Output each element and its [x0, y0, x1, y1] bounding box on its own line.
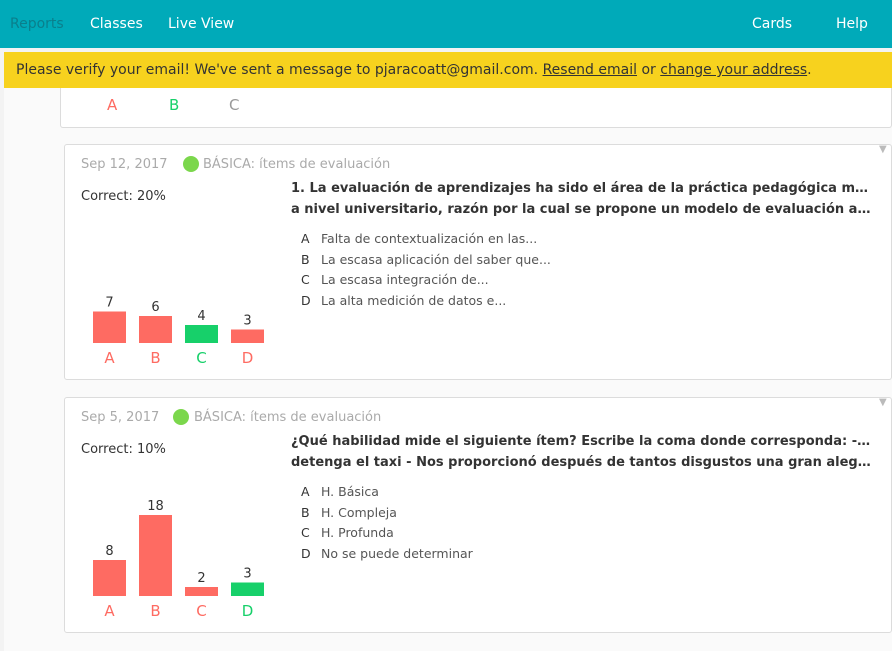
bar-category-label: D [242, 349, 254, 367]
nav-help[interactable]: Help [836, 0, 868, 48]
bar-d [231, 329, 264, 343]
banner-or-text: or [641, 62, 656, 78]
answer-option: C H. Profunda [301, 523, 473, 544]
option-key: A [301, 484, 310, 499]
answer-options: A H. Básica B H. Compleja C H. Profunda D No… [301, 482, 473, 564]
question-text: ¿Qué habilidad mide el siguiente ítem? E… [291, 431, 871, 473]
bar-c [185, 587, 218, 596]
verify-email-banner: Please verify your email! We've sent a m… [4, 52, 892, 88]
question-line: a nivel universitario, razón por la cual… [291, 202, 871, 217]
bar-b [139, 515, 172, 596]
bar-value-label: 3 [243, 567, 251, 582]
bar-value-label: 18 [147, 499, 164, 514]
status-dot-icon [173, 409, 189, 425]
question-line: 1. La evaluación de aprendizajes ha sido… [291, 181, 871, 196]
card-date: Sep 12, 2017 [81, 157, 168, 172]
bar-d [231, 582, 264, 596]
bar-a [93, 560, 126, 596]
answer-option: A Falta de contextualización en las... [301, 229, 551, 250]
bar-a [93, 311, 126, 343]
bar-label-a: A [107, 96, 118, 114]
nav-classes[interactable]: Classes [90, 0, 143, 48]
option-key: C [301, 525, 310, 540]
option-text: H. Compleja [321, 504, 397, 520]
status-dot-icon [183, 156, 199, 172]
bar-value-label: 8 [105, 544, 113, 559]
banner-period: . [807, 62, 812, 78]
bar-label-c: C [229, 96, 240, 114]
answer-distribution-chart: 8 A 18 B 2 C 3 D [93, 499, 264, 620]
bar-category-label: A [104, 602, 115, 620]
question-line: ¿Qué habilidad mide el siguiente ítem? E… [291, 434, 871, 449]
option-text: H. Básica [321, 484, 379, 499]
bar-value-label: 6 [151, 300, 159, 315]
bar-category-label: C [196, 349, 206, 367]
option-key: D [301, 545, 311, 561]
answer-option: B La escasa aplicación del saber que... [301, 250, 551, 271]
banner-text: Please verify your email! We've sent a m… [16, 62, 539, 78]
answer-option: B H. Compleja [301, 503, 473, 524]
option-key: A [301, 231, 310, 246]
question-line: detenga el taxi - Nos proporcionó despué… [291, 455, 871, 470]
nav-live-view[interactable]: Live View [168, 0, 234, 48]
option-key: B [301, 504, 310, 520]
nav-cards[interactable]: Cards [752, 0, 792, 48]
option-text: H. Profunda [321, 525, 394, 540]
answer-option: A H. Básica [301, 482, 473, 503]
top-nav-bar: Reports Classes Live View Cards Help [0, 0, 892, 48]
bar-c [185, 325, 218, 343]
report-card-partial[interactable]: A B C [60, 88, 892, 128]
report-card[interactable]: Sep 12, 2017 BÁSICA: ítems de evaluación… [64, 144, 892, 380]
bar-category-label: D [242, 602, 254, 620]
bar-category-label: B [150, 602, 160, 620]
bar-value-label: 4 [197, 309, 205, 324]
bar-category-label: B [150, 349, 160, 367]
option-key: C [301, 272, 310, 287]
change-address-link[interactable]: change your address [660, 62, 807, 78]
option-key: D [301, 292, 311, 308]
option-text: La escasa integración de... [321, 272, 489, 287]
correct-percentage: Correct: 10% [81, 442, 166, 457]
correct-percentage: Correct: 20% [81, 189, 166, 204]
report-card[interactable]: Sep 5, 2017 BÁSICA: ítems de evaluación … [64, 397, 892, 633]
bar-label-b: B [169, 96, 180, 114]
bar-b [139, 316, 172, 343]
bar-value-label: 2 [197, 571, 205, 586]
bar-category-label: C [196, 602, 206, 620]
card-category: BÁSICA: ítems de evaluación [203, 157, 391, 172]
question-text: 1. La evaluación de aprendizajes ha sido… [291, 178, 871, 220]
bar-value-label: 7 [105, 296, 113, 311]
card-category: BÁSICA: ítems de evaluación [194, 410, 382, 425]
resend-email-link[interactable]: Resend email [543, 62, 637, 78]
answer-option: D No se puede determinar [301, 544, 473, 565]
answer-option: C La escasa integración de... [301, 270, 551, 291]
answer-distribution-chart: 7 A 6 B 4 C 3 D [93, 296, 264, 367]
option-text: No se puede determinar [321, 545, 473, 561]
option-text: La escasa aplicación del saber que... [321, 251, 551, 267]
bar-category-label: A [104, 349, 115, 367]
answer-option: D La alta medición de datos e... [301, 291, 551, 312]
chevron-down-icon[interactable]: ▼ [879, 398, 889, 408]
chevron-down-icon[interactable]: ▼ [879, 145, 889, 155]
bar-value-label: 3 [243, 314, 251, 329]
nav-reports[interactable]: Reports [10, 0, 64, 48]
card-date: Sep 5, 2017 [81, 410, 160, 425]
option-text: Falta de contextualización en las... [321, 231, 538, 246]
option-text: La alta medición de datos e... [321, 292, 507, 308]
answer-options: A Falta de contextualización en las... BL… [301, 229, 551, 311]
option-key: B [301, 251, 310, 267]
